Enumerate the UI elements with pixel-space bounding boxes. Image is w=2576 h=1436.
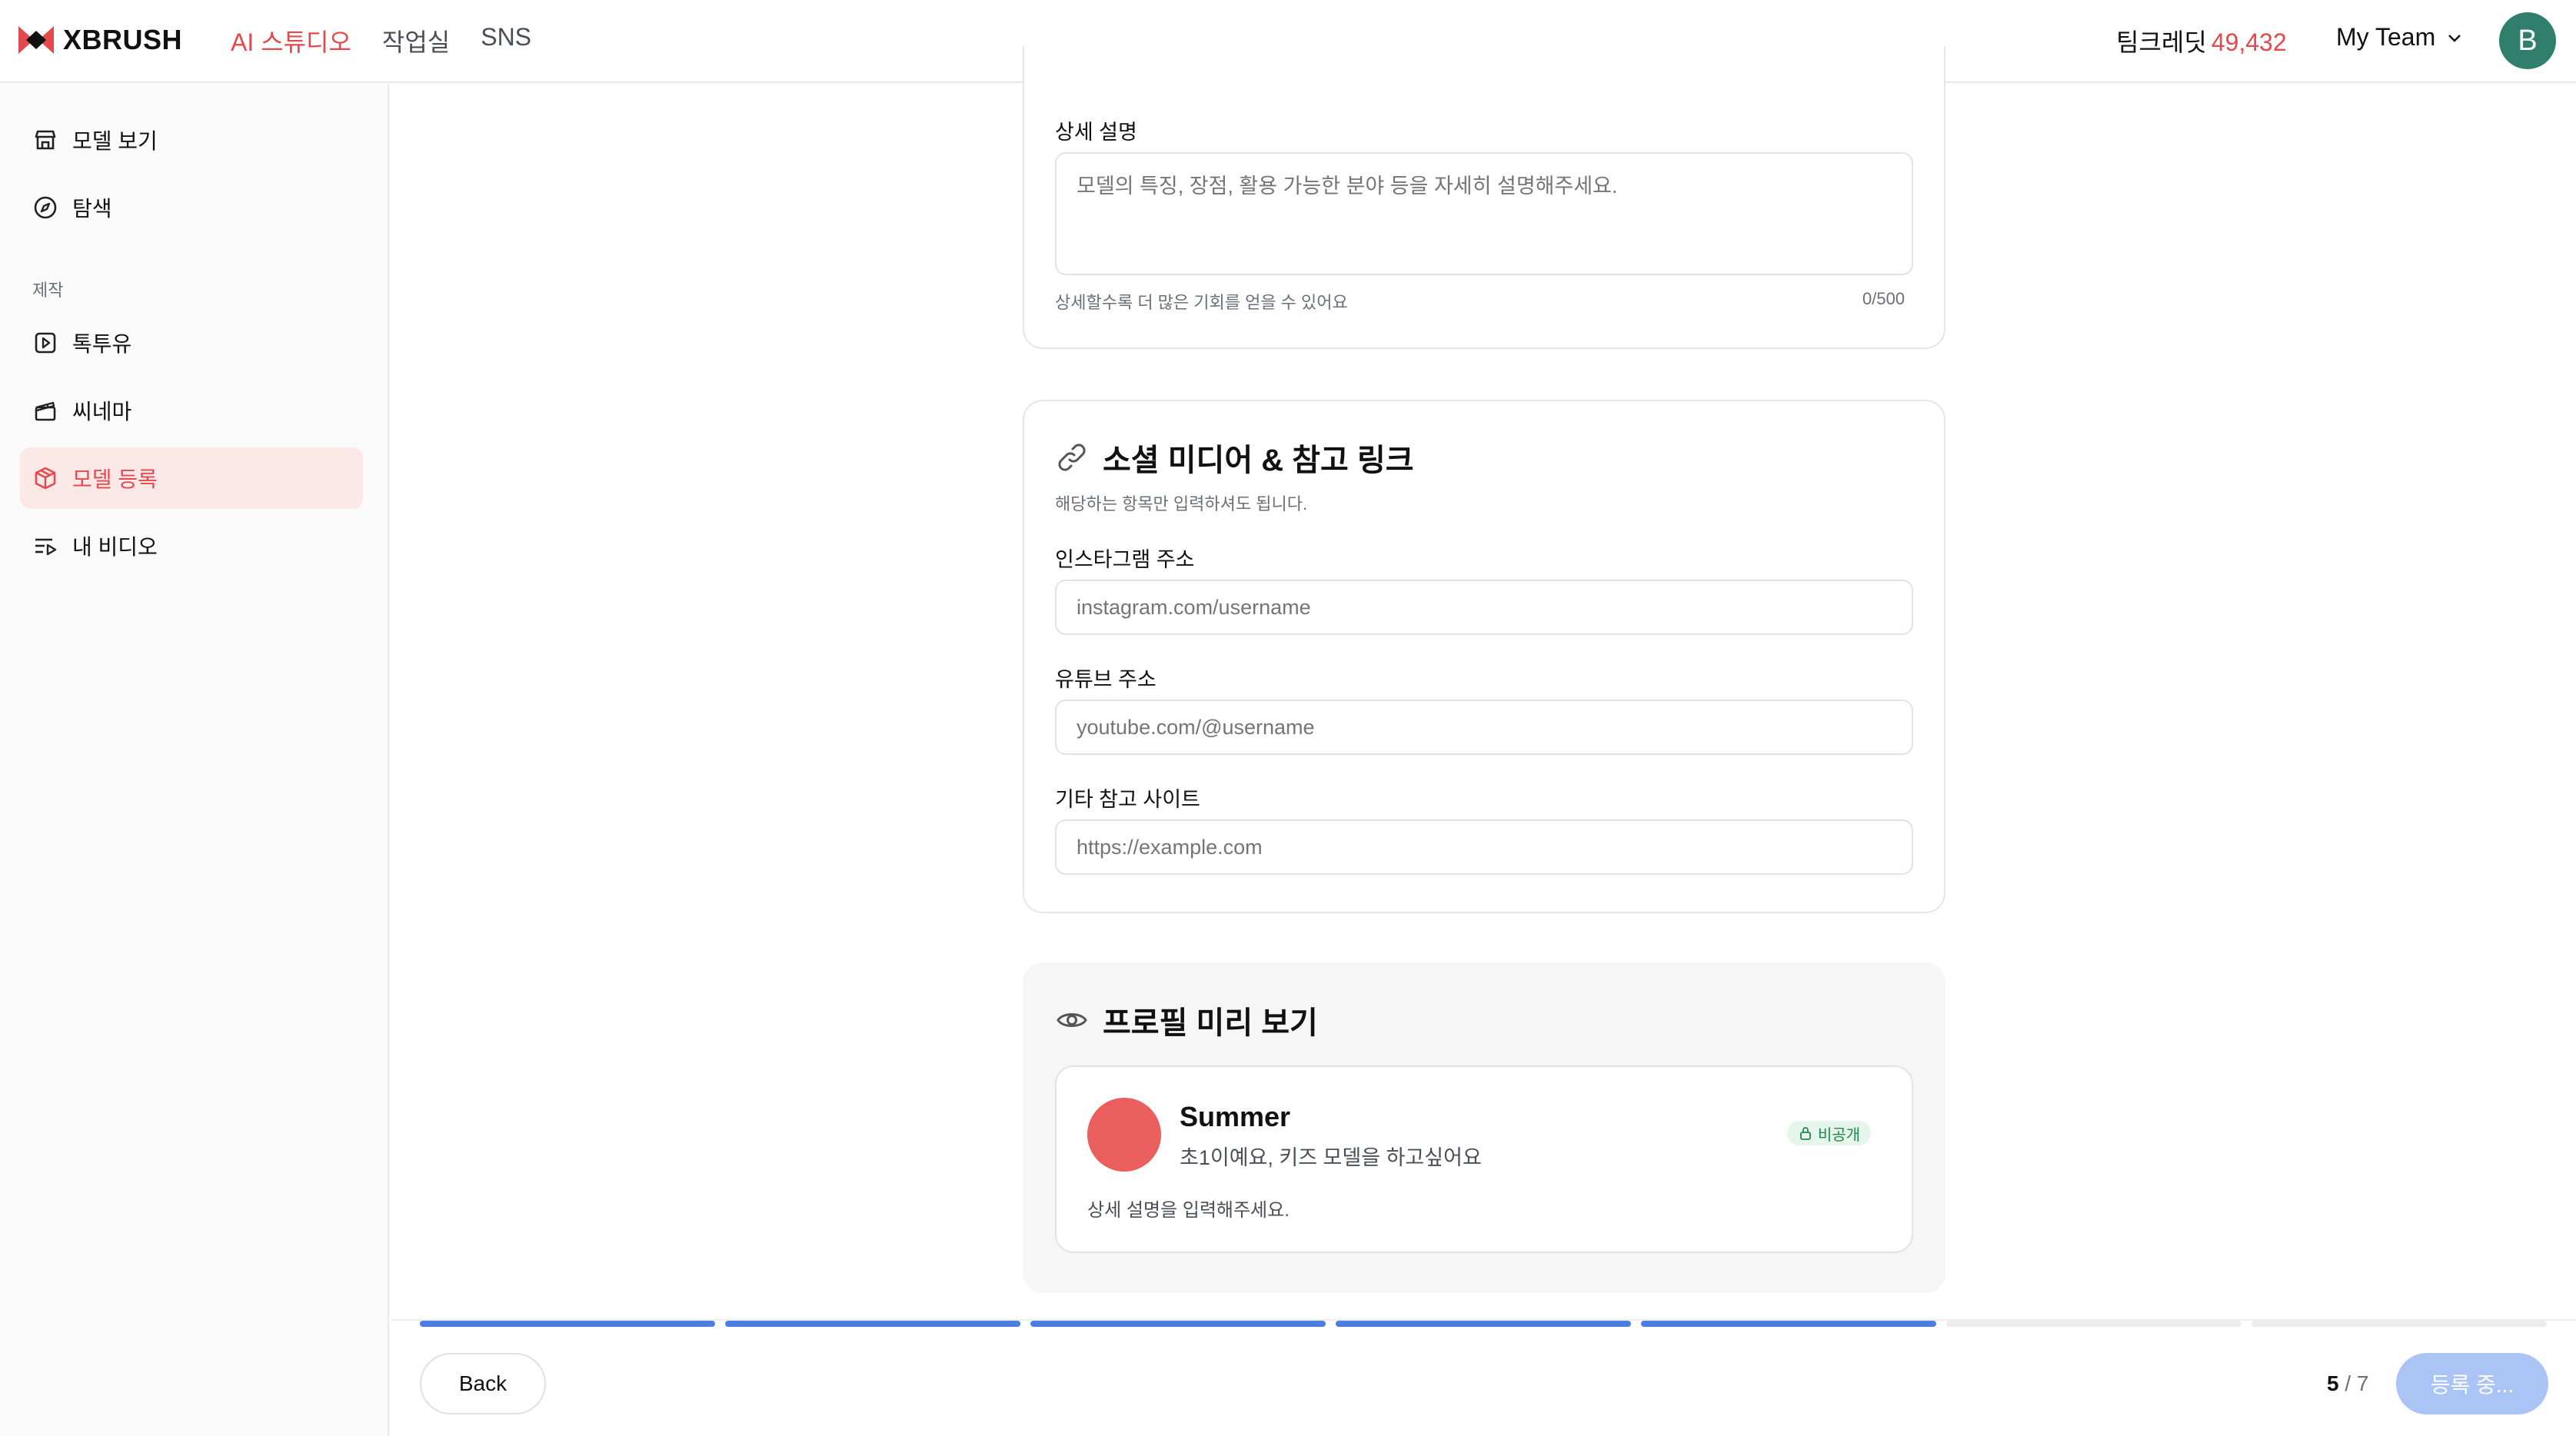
store-icon: [35, 130, 56, 150]
sidebar-item-label: 모델 등록: [72, 467, 158, 491]
nav-workspace[interactable]: 작업실: [382, 23, 450, 58]
credit-amount: 49,432: [2211, 28, 2287, 56]
profile-intro: 초1이예요, 키즈 모델을 하고싶어요: [1180, 1146, 1482, 1169]
social-links-subtitle: 해당하는 항목만 입력하셔도 됩니다.: [1055, 494, 1308, 514]
sidebar-item-my-videos[interactable]: 내 비디오: [20, 515, 363, 577]
youtube-label: 유튜브 주소: [1055, 668, 1157, 691]
detail-description-counter: 0/500: [1862, 289, 1905, 308]
sidebar: 모델 보기 탐색 제작 톡투유 씨네마 모델 등록 내 비디오: [0, 85, 389, 1436]
team-selector[interactable]: My Team: [2336, 23, 2463, 52]
compass-icon: [34, 196, 57, 219]
other-site-label: 기타 참고 사이트: [1055, 788, 1200, 811]
brand-logo[interactable]: XBRUSH: [18, 23, 182, 57]
detail-description-input[interactable]: [1055, 152, 1913, 275]
progress-segment: [1336, 1321, 1631, 1327]
sidebar-item-label: 톡투유: [72, 332, 132, 356]
lock-icon: [1800, 1127, 1811, 1140]
social-links-title-text: 소셜 미디어 & 참고 링크: [1103, 444, 1414, 477]
link-icon: [1058, 444, 1086, 471]
youtube-input[interactable]: [1055, 700, 1913, 755]
progress-segment: [725, 1321, 1020, 1327]
top-nav: AI 스튜디오 작업실 SNS: [231, 23, 531, 58]
nav-sns[interactable]: SNS: [481, 23, 531, 58]
progress-segment: [1946, 1321, 2242, 1327]
logo-icon: [18, 26, 54, 54]
step-total: / 7: [2345, 1371, 2369, 1395]
sidebar-item-label: 내 비디오: [72, 535, 158, 559]
clapperboard-icon: [35, 401, 56, 421]
box-icon: [35, 467, 56, 490]
sidebar-item-label: 탐색: [72, 197, 112, 221]
credit-label: 팀크레딧: [2116, 28, 2207, 56]
sidebar-item-cinema[interactable]: 씨네마: [20, 380, 363, 441]
team-label: My Team: [2336, 23, 2436, 51]
sidebar-item-explore[interactable]: 탐색: [20, 177, 363, 238]
back-button[interactable]: Back: [420, 1353, 546, 1414]
sidebar-item-models[interactable]: 모델 보기: [20, 109, 363, 171]
other-site-input[interactable]: [1055, 819, 1913, 875]
submit-button[interactable]: 등록 중...: [2396, 1353, 2548, 1414]
user-avatar[interactable]: B: [2499, 12, 2556, 69]
play-square-icon: [35, 332, 56, 354]
detail-description-label: 상세 설명: [1055, 121, 1137, 144]
step-current: 5: [2327, 1371, 2339, 1395]
step-indicator: 5 / 7: [2327, 1371, 2369, 1396]
chevron-down-icon: [2448, 34, 2461, 42]
sidebar-item-label: 씨네마: [72, 400, 132, 424]
profile-preview-title-text: 프로필 미리 보기: [1103, 1006, 1318, 1040]
profile-description: 상세 설명을 입력해주세요.: [1087, 1200, 1290, 1221]
profile-name: Summer: [1180, 1101, 1291, 1132]
instagram-input[interactable]: [1055, 580, 1913, 635]
sidebar-item-label: 모델 보기: [72, 129, 158, 153]
progress-segment: [1030, 1321, 1326, 1327]
private-badge-text: 비공개: [1818, 1126, 1861, 1144]
brand-name: XBRUSH: [63, 24, 183, 55]
sidebar-item-model-register[interactable]: 모델 등록: [20, 447, 363, 509]
detail-description-hint: 상세할수록 더 많은 기회를 얻을 수 있어요: [1055, 293, 1348, 312]
profile-preview-title: 프로필 미리 보기: [1055, 998, 1318, 1042]
progress-segment: [1641, 1321, 1936, 1327]
eye-icon: [1057, 1013, 1087, 1027]
progress-segment: [2252, 1321, 2547, 1327]
nav-ai-studio[interactable]: AI 스튜디오: [231, 23, 351, 58]
social-links-title: 소셜 미디어 & 참고 링크: [1055, 435, 1414, 480]
sidebar-section-make: 제작: [32, 281, 64, 300]
team-credit: 팀크레딧 49,432: [2116, 23, 2287, 58]
list-video-icon: [35, 538, 57, 556]
profile-avatar: [1087, 1098, 1161, 1172]
instagram-label: 인스타그램 주소: [1055, 548, 1195, 571]
private-badge: 비공개: [1787, 1121, 1872, 1145]
sidebar-item-talktoyou[interactable]: 톡투유: [20, 312, 363, 374]
progress-segment: [420, 1321, 715, 1327]
